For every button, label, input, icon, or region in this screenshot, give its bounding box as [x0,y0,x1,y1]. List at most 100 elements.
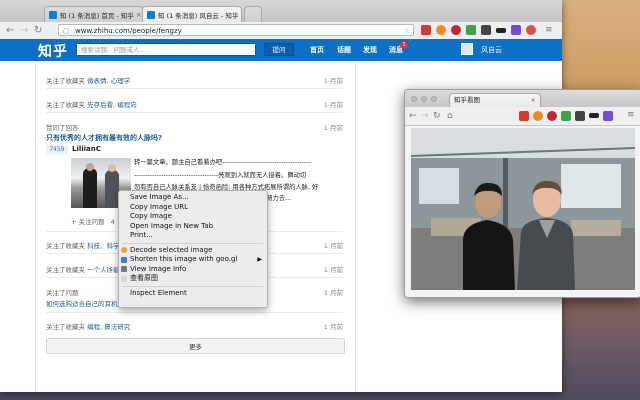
extension-icon[interactable] [436,25,446,35]
ask-button[interactable]: 提问 [264,43,294,56]
comment-count[interactable]: 4 [111,218,115,226]
extension-icon[interactable] [421,25,431,35]
extension-icon[interactable] [533,111,543,121]
menu-item-save-image[interactable]: Save Image As... [119,193,267,203]
timestamp: 1 月前 [323,101,343,109]
extension-icon[interactable] [481,25,491,35]
collection-link[interactable]: 先存后看, 编程向 [87,101,137,109]
tab-profile-label: 知 (1 条消息) 风自云 - 知乎 [158,11,239,20]
more-button[interactable]: 更多 [46,338,345,354]
avatar[interactable] [461,43,473,55]
collection-link[interactable]: 微表情, 心理学 [87,77,130,85]
menu-item-label: 查看原图 [130,274,158,282]
divider [46,112,343,113]
question-row: 只有优秀的人才拥有最有效的人脉吗? [46,133,343,143]
back-arrow-icon[interactable]: ← [409,111,417,122]
menu-icon[interactable]: ≡ [627,110,635,121]
forward-arrow-icon[interactable]: → [421,111,429,122]
extension-icon[interactable] [511,25,521,35]
list-item: 赞同了回答 1 月前 [46,122,343,132]
close-window-button[interactable] [411,96,417,102]
zoom-window-button[interactable] [431,96,437,102]
menu-item-label: View Image Info [130,264,187,273]
extension-icon[interactable] [547,111,557,121]
tab-home-label: 知 (1 条消息) 首页 - 知乎 [60,11,134,20]
browser-toolbar: ← → ↻ ▢ www.zhihu.com/people/fengzy ☆ ≡ [0,22,562,40]
menu-item-inspect-element[interactable]: Inspect Element [119,289,267,299]
back-arrow-icon[interactable]: ← [6,25,14,36]
reload-icon[interactable]: ↻ [34,25,42,36]
question-title[interactable]: 只有优秀的人才拥有最有效的人脉吗? [46,134,162,142]
activity-type: 关注了收藏夹 [46,77,85,85]
minimize-window-button[interactable] [421,96,427,102]
extension-icon[interactable] [496,28,506,33]
follow-question-link[interactable]: + 关注问题 [71,218,105,226]
activity-type: 关注了收藏夹 [46,266,85,274]
menu-item-open-image-new-tab[interactable]: Open Image in New Tab [119,222,267,232]
menu-item-label: Shorten this image with goo.gl [130,255,238,263]
timestamp: 1 月前 [323,77,343,85]
zhihu-favicon-icon [49,10,57,19]
close-icon[interactable]: × [134,11,142,19]
extension-icon[interactable] [603,111,613,121]
menu-item-view-original[interactable]: 查看原图 [119,274,267,284]
question-title[interactable]: 如何选购适合自己的耳机? [46,300,121,308]
activity-type: 关注了收藏夹 [46,242,85,250]
list-item: 关注了收藏夹 先存后看, 编程向 1 月前 [46,99,343,109]
timestamp: 1 月前 [323,266,343,274]
image-icon [121,275,127,282]
collection-link[interactable]: 一个人所能 [87,266,120,274]
office-photo-illustration [411,128,635,290]
context-menu: Save Image As... Copy Image URL Copy Ima… [118,190,268,308]
menu-item-view-image-info[interactable]: View Image Info [119,265,267,275]
timestamp: 1 月前 [323,242,343,250]
answer-author[interactable]: LiliianC [72,145,101,153]
collection-link[interactable]: 科技、科学 [87,242,120,250]
nav-discover[interactable]: 发现 [363,45,377,55]
menu-item-decode-image[interactable]: Decode selected image [119,246,267,256]
search-input[interactable]: 搜索话题、问题或人... [76,43,256,56]
extension-icon[interactable] [519,111,529,121]
zhihu-logo[interactable]: 知乎 [38,41,68,61]
new-tab-button[interactable] [244,6,262,22]
activity-type: 关注了收藏夹 [46,323,85,331]
enlarged-photo[interactable] [411,128,635,290]
tab-home[interactable]: 知 (1 条消息) 首页 - 知乎 × [44,6,144,22]
reload-icon[interactable]: ↻ [433,111,441,122]
close-icon[interactable]: × [238,11,241,19]
menu-item-copy-image[interactable]: Copy Image [119,212,267,222]
menu-icon[interactable]: ≡ [545,25,553,36]
collection-link[interactable]: 编程, 算法研究 [87,323,130,331]
close-icon[interactable]: × [531,94,536,107]
search-placeholder: 搜索话题、问题或人... [81,46,146,54]
list-item: 关注了收藏夹 编程, 算法研究 1 月前 [46,321,343,331]
activity-type: 关注了问题 [46,289,79,297]
viewer-tab[interactable]: 知乎看图 × [449,93,541,107]
extension-icon[interactable] [575,111,585,121]
nav-home[interactable]: 首页 [310,45,324,55]
vote-count[interactable]: 7459 [46,145,68,155]
menu-item-print[interactable]: Print... [119,231,267,241]
zhihu-favicon-icon [147,10,155,19]
address-bar-url: www.zhihu.com/people/fengzy [75,27,182,35]
extension-icon[interactable] [526,25,536,35]
extension-icon[interactable] [466,25,476,35]
answer-text-line: -------------------------------------亮观到… [134,172,307,179]
extension-icon[interactable] [561,111,571,121]
tab-profile[interactable]: 知 (1 条消息) 风自云 - 知乎 × [142,6,242,22]
extension-icon[interactable] [589,113,599,118]
submenu-arrow-icon: ▶ [257,256,262,263]
star-icon[interactable]: ☆ [404,25,410,37]
nav-topics[interactable]: 话题 [337,45,351,55]
home-icon[interactable]: ⌂ [447,111,453,122]
extension-icon[interactable] [451,25,461,35]
forward-arrow-icon[interactable]: → [20,25,28,36]
image-viewer-window: 知乎看图 × ← → ↻ ⌂ ≡ [404,89,640,298]
address-bar[interactable]: ▢ www.zhihu.com/people/fengzy ☆ [58,24,414,36]
zhihu-navbar: 知乎 搜索话题、问题或人... 提问 首页 话题 发现 消息 1 风自云 [0,39,562,61]
menu-item-copy-image-url[interactable]: Copy Image URL [119,203,267,213]
user-name[interactable]: 风自云 [481,45,502,55]
list-item: 关注了收藏夹 微表情, 心理学 1 月前 [46,75,343,85]
timestamp: 1 月前 [323,289,343,297]
menu-item-shorten-url[interactable]: Shorten this image with goo.gl ▶ [119,255,267,265]
